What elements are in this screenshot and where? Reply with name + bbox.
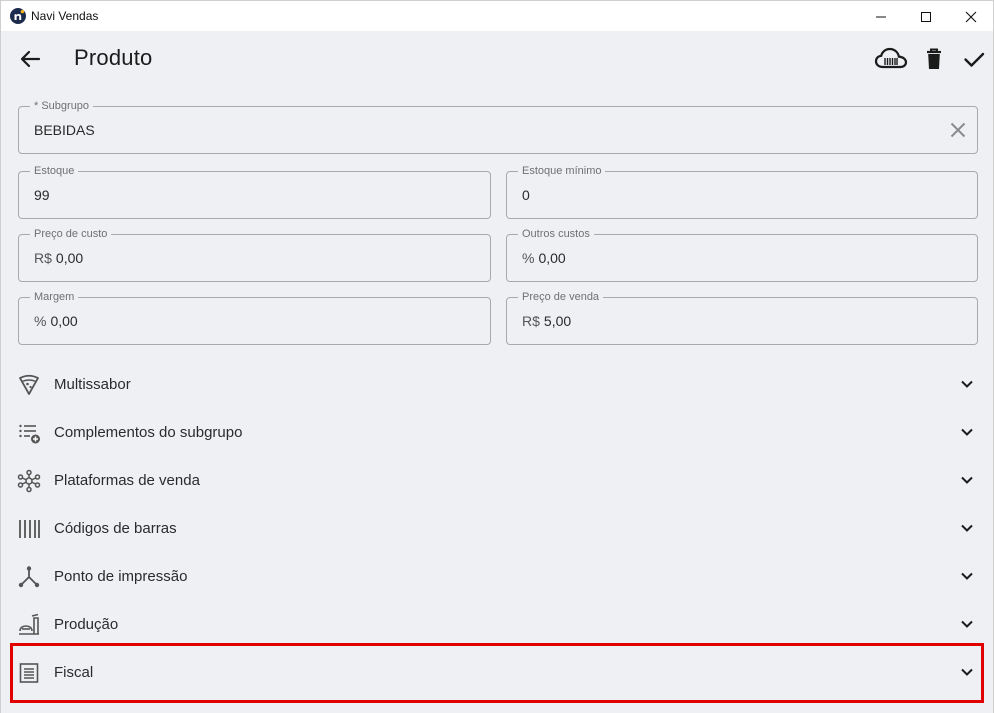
maximize-icon (921, 11, 931, 22)
app-logo-icon (10, 8, 26, 24)
section-multissabor[interactable]: Multissabor (11, 360, 983, 408)
margem-label: Margem (30, 290, 79, 304)
preco-custo-field[interactable]: Preço de custo R$ 0,00 (18, 227, 491, 282)
subgrupo-field[interactable]: * Subgrupo BEBIDAS (18, 99, 978, 154)
kitchen-icon (19, 613, 39, 635)
preco-custo-content: R$ 0,00 (34, 250, 83, 266)
currency-prefix: R$ (522, 313, 540, 329)
margem-value: 0,00 (50, 313, 78, 329)
clear-icon[interactable] (949, 121, 967, 139)
maximize-button[interactable] (903, 1, 949, 32)
estoque-minimo-field[interactable]: Estoque mínimo 0 (506, 164, 978, 219)
branch-icon (18, 566, 40, 588)
preco-venda-field[interactable]: Preço de venda R$ 5,00 (506, 290, 978, 345)
preco-custo-label: Preço de custo (30, 227, 112, 241)
section-label: Códigos de barras (54, 520, 177, 537)
percent-prefix: % (34, 313, 47, 329)
outros-custos-value: 0,00 (538, 250, 566, 266)
close-window-button[interactable] (948, 1, 994, 32)
outros-custos-field[interactable]: Outros custos % 0,00 (506, 227, 978, 282)
minimize-icon (876, 16, 886, 17)
section-label: Plataformas de venda (54, 472, 200, 489)
product-form: Produto * Subgrupo BEBIDAS Estoque 99 Es… (0, 31, 994, 713)
preco-venda-content: R$ 5,00 (522, 313, 571, 329)
page-title: Produto (74, 45, 153, 70)
section-ponto-impressao[interactable]: Ponto de impressão (11, 552, 983, 600)
section-codigos-barras[interactable]: Códigos de barras (11, 504, 983, 552)
fiscal-highlight-box (10, 643, 984, 703)
chevron-down-icon (961, 380, 973, 388)
window-titlebar: Navi Vendas (0, 0, 994, 31)
window-title: Navi Vendas (31, 9, 99, 23)
margem-field[interactable]: Margem % 0,00 (18, 290, 491, 345)
trash-icon[interactable] (924, 46, 944, 72)
section-label: Produção (54, 616, 119, 633)
close-icon (965, 11, 977, 22)
percent-prefix: % (522, 250, 535, 266)
list-add-icon (19, 424, 40, 444)
section-label: Ponto de impressão (54, 568, 188, 585)
outros-custos-content: % 0,00 (522, 250, 566, 266)
preco-venda-label: Preço de venda (518, 290, 604, 304)
subgrupo-value: BEBIDAS (34, 122, 95, 138)
network-hub-icon (17, 469, 41, 493)
outros-custos-label: Outros custos (518, 227, 594, 241)
chevron-down-icon (961, 572, 973, 580)
section-complementos[interactable]: Complementos do subgrupo (11, 408, 983, 456)
preco-venda-value: 5,00 (543, 313, 572, 329)
estoque-value: 99 (34, 187, 50, 203)
section-producao[interactable]: Produção (11, 600, 983, 648)
section-label: Complementos do subgrupo (54, 424, 243, 441)
section-label: Multissabor (54, 376, 131, 393)
margem-content: % 0,00 (34, 313, 78, 329)
estoque-minimo-value: 0 (522, 187, 530, 203)
currency-prefix: R$ (34, 250, 52, 266)
chevron-down-icon (961, 476, 973, 484)
barcode-icon (19, 520, 40, 538)
pizza-slice-icon (19, 374, 39, 395)
chevron-down-icon (961, 620, 973, 628)
subgrupo-label: * Subgrupo (30, 99, 94, 113)
cloud-barcode-icon[interactable] (874, 46, 908, 72)
chevron-down-icon (961, 524, 973, 532)
estoque-field[interactable]: Estoque 99 (18, 164, 491, 219)
check-icon[interactable] (963, 46, 985, 72)
chevron-down-icon (961, 428, 973, 436)
preco-custo-value: 0,00 (55, 250, 84, 266)
section-plataformas[interactable]: Plataformas de venda (11, 456, 983, 504)
minimize-button[interactable] (858, 1, 904, 32)
back-arrow-icon[interactable] (19, 48, 41, 70)
estoque-label: Estoque (30, 164, 79, 178)
estoque-minimo-label: Estoque mínimo (518, 164, 606, 178)
